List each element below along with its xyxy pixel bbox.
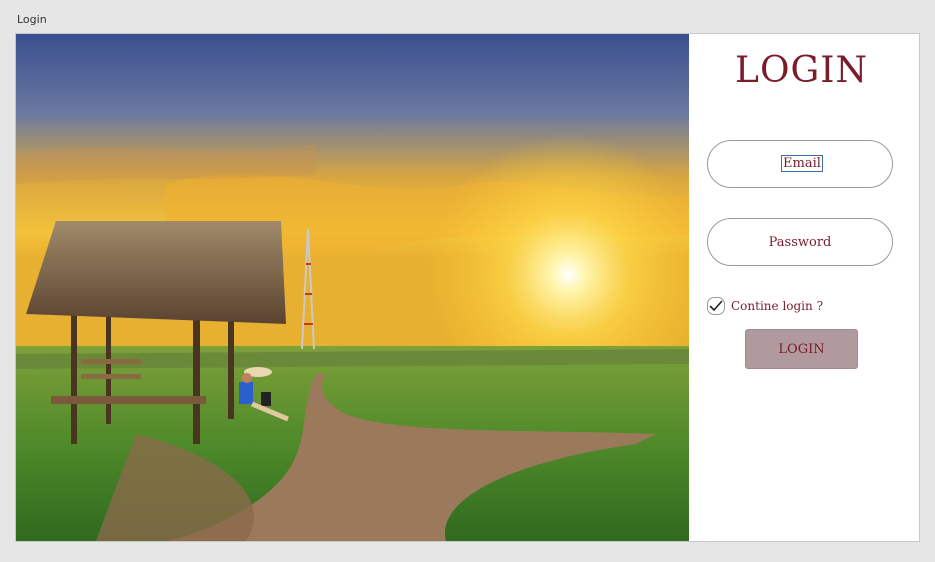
login-button[interactable]: LOGIN xyxy=(745,329,858,369)
hero-image xyxy=(16,34,689,541)
login-window: LOGIN Email Contine login ? LOGIN xyxy=(15,33,920,542)
login-panel: LOGIN Email Contine login ? LOGIN xyxy=(689,34,919,541)
remember-label: Contine login ? xyxy=(731,299,823,313)
remember-login-row[interactable]: Contine login ? xyxy=(707,297,823,315)
email-placeholder-focus: Email xyxy=(781,155,823,172)
password-input[interactable] xyxy=(707,218,893,266)
window-title: Login xyxy=(17,13,47,26)
checkmark-icon xyxy=(709,300,723,312)
remember-checkbox[interactable] xyxy=(707,297,725,315)
login-heading: LOGIN xyxy=(735,50,868,91)
